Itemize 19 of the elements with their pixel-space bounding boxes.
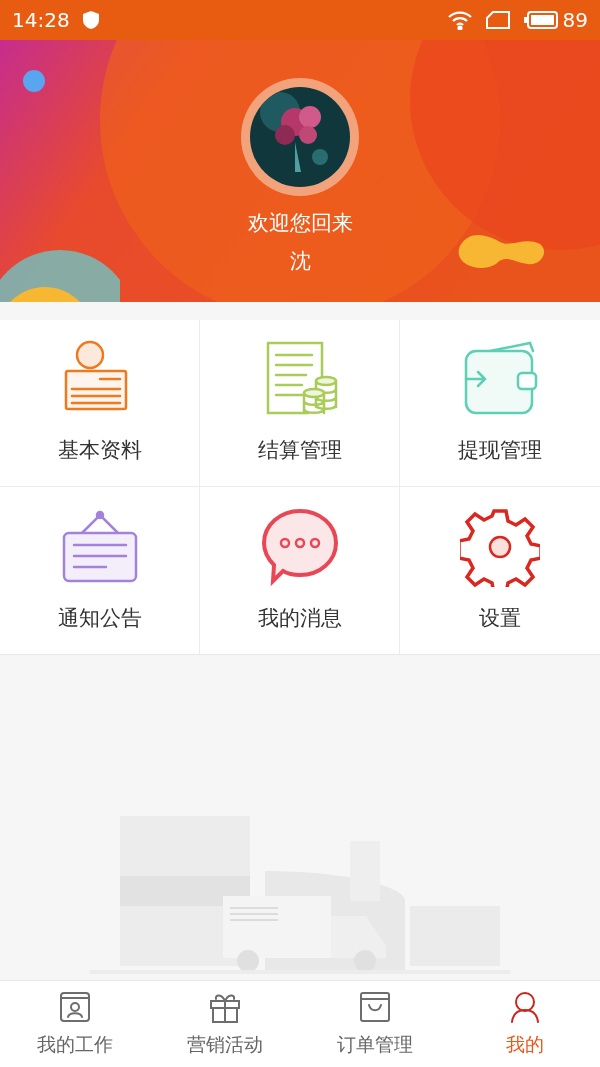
tab[interactable]: 营销活动 <box>150 981 300 1067</box>
settings-icon <box>460 506 540 587</box>
contact-card-icon <box>58 989 92 1024</box>
tab[interactable]: 我的工作 <box>0 981 150 1067</box>
sim-card-icon <box>484 10 511 30</box>
chat-bubble-icon <box>259 506 340 587</box>
wifi-icon <box>446 10 473 30</box>
battery-icon <box>522 10 559 30</box>
menu-item[interactable]: 基本资料 <box>0 320 200 487</box>
tab[interactable]: 订单管理 <box>300 981 450 1067</box>
user-name: 沈 <box>289 247 311 275</box>
shield-icon <box>81 10 100 30</box>
person-icon <box>508 989 542 1024</box>
battery-level: 89 <box>562 7 588 34</box>
shopping-bag-icon <box>358 989 392 1024</box>
tab[interactable]: 我的 <box>450 981 600 1067</box>
status-time: 14:28 <box>12 7 70 34</box>
welcome-text: 欢迎您回来 <box>247 210 353 237</box>
menu-item[interactable]: 结算管理 <box>200 320 400 487</box>
